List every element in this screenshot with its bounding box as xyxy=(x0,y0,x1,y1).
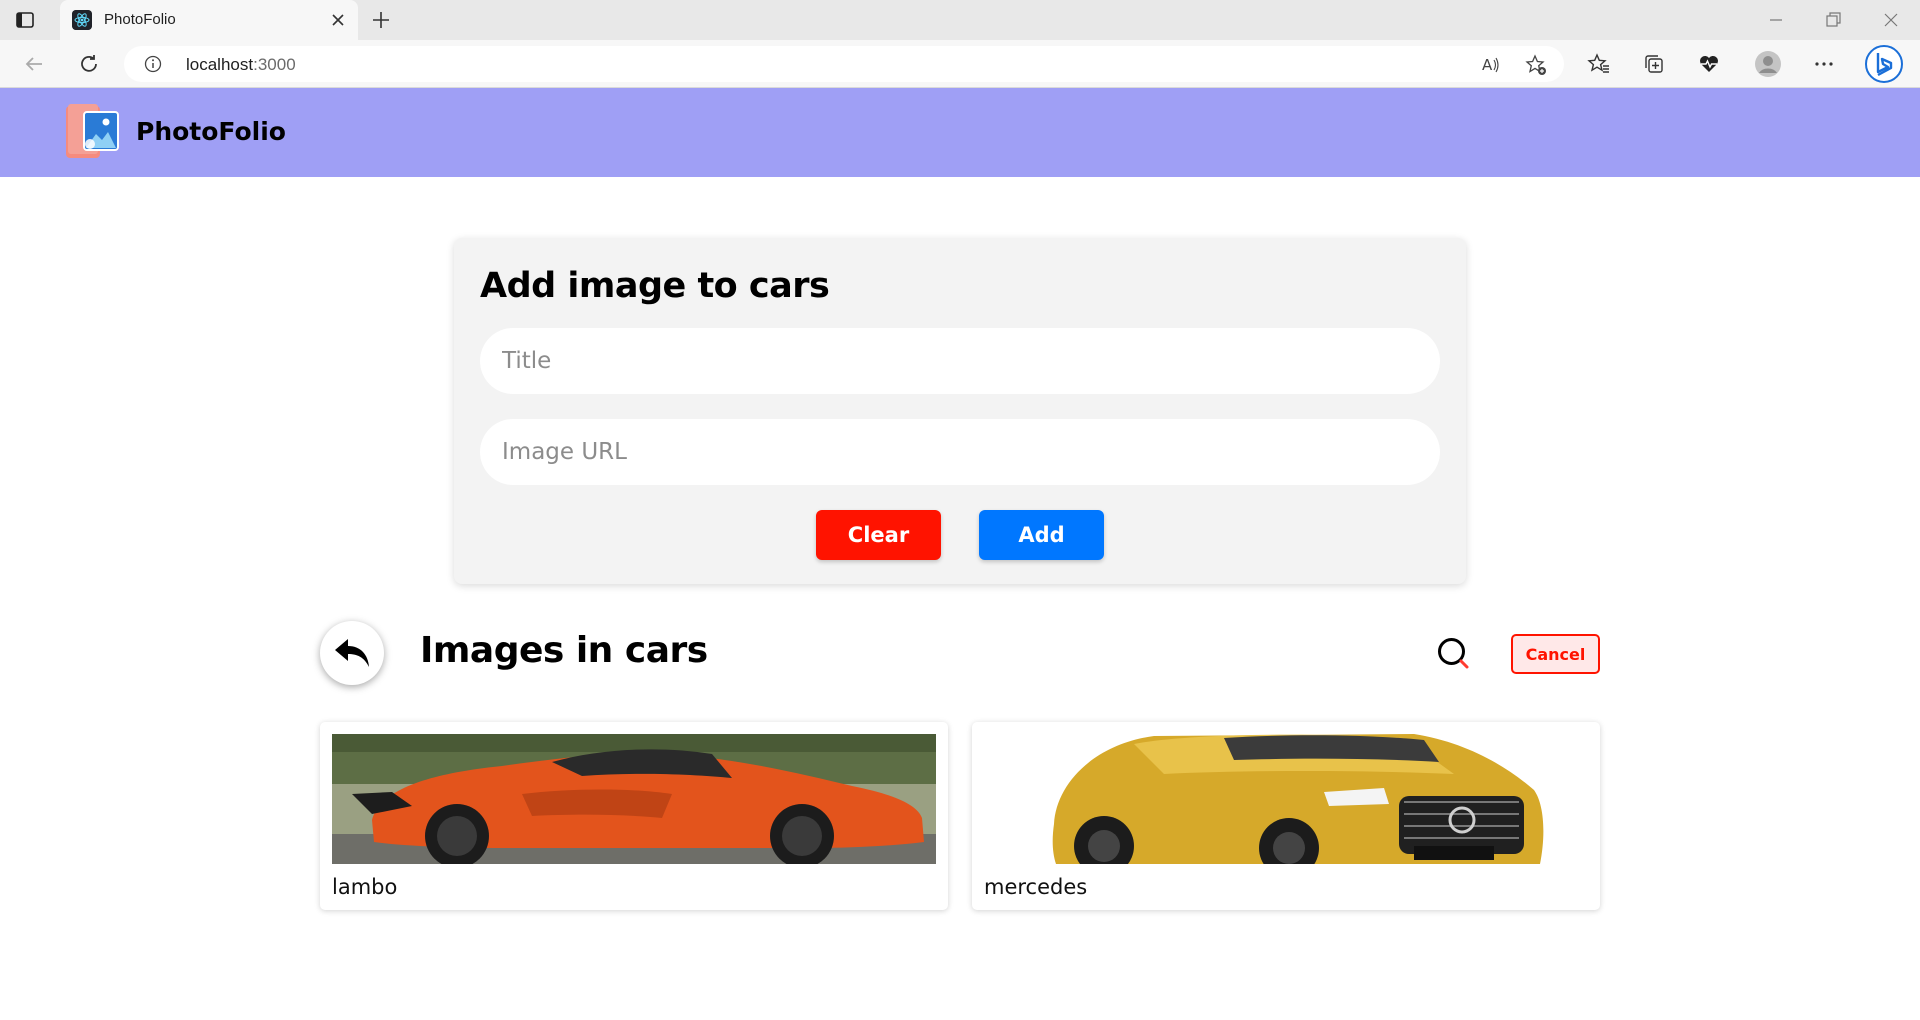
form-heading: Add image to cars xyxy=(480,266,830,306)
app-header: PhotoFolio xyxy=(0,88,1920,177)
card-caption: lambo xyxy=(332,875,398,899)
health-icon[interactable] xyxy=(1697,52,1721,76)
tab-title: PhotoFolio xyxy=(104,11,176,28)
reload-icon[interactable] xyxy=(77,52,101,76)
url-host: localhost xyxy=(186,55,254,74)
bing-icon[interactable] xyxy=(1864,44,1904,84)
address-bar: localhost:3000 A xyxy=(0,40,1920,88)
app-title[interactable]: PhotoFolio xyxy=(136,117,286,146)
minimize-icon[interactable] xyxy=(1764,8,1788,32)
url-field[interactable]: localhost:3000 A xyxy=(124,46,1564,82)
title-input[interactable] xyxy=(480,328,1440,394)
plus-icon[interactable] xyxy=(370,9,392,31)
photofolio-logo-icon[interactable] xyxy=(62,100,126,164)
url-port: :3000 xyxy=(253,55,296,74)
cancel-button[interactable]: Cancel xyxy=(1511,634,1600,674)
close-window-icon[interactable] xyxy=(1879,8,1903,32)
react-favicon-icon xyxy=(72,10,92,30)
clear-button[interactable]: Clear xyxy=(816,510,941,560)
close-icon[interactable] xyxy=(330,12,346,28)
collections-icon[interactable] xyxy=(1642,52,1666,76)
car-image-mercedes[interactable] xyxy=(984,734,1588,864)
sidebar-icon[interactable] xyxy=(14,9,36,31)
restore-icon[interactable] xyxy=(1821,8,1845,32)
more-icon[interactable] xyxy=(1812,52,1836,76)
browser-tabbar: PhotoFolio xyxy=(0,0,1920,40)
add-favorite-icon[interactable] xyxy=(1525,54,1547,76)
add-button[interactable]: Add xyxy=(979,510,1104,560)
image-card[interactable]: mercedes xyxy=(972,722,1600,910)
profile-icon[interactable] xyxy=(1754,50,1782,78)
favorites-icon[interactable] xyxy=(1587,52,1611,76)
back-button[interactable] xyxy=(320,621,384,685)
card-caption: mercedes xyxy=(984,875,1088,899)
back-arrow-icon[interactable] xyxy=(22,52,46,76)
info-icon[interactable] xyxy=(144,55,162,73)
image-url-input[interactable] xyxy=(480,419,1440,485)
read-aloud-icon[interactable]: A xyxy=(1480,54,1502,76)
svg-text:A: A xyxy=(1482,56,1493,74)
car-image-lambo[interactable] xyxy=(332,734,936,864)
images-section-title: Images in cars xyxy=(420,630,708,671)
url-text: localhost:3000 xyxy=(186,55,296,75)
image-card[interactable]: lambo xyxy=(320,722,948,910)
search-icon[interactable] xyxy=(1436,636,1472,672)
add-image-form: Add image to cars Clear Add xyxy=(454,238,1466,584)
reply-arrow-icon xyxy=(335,639,369,667)
browser-tab[interactable]: PhotoFolio xyxy=(60,0,358,40)
